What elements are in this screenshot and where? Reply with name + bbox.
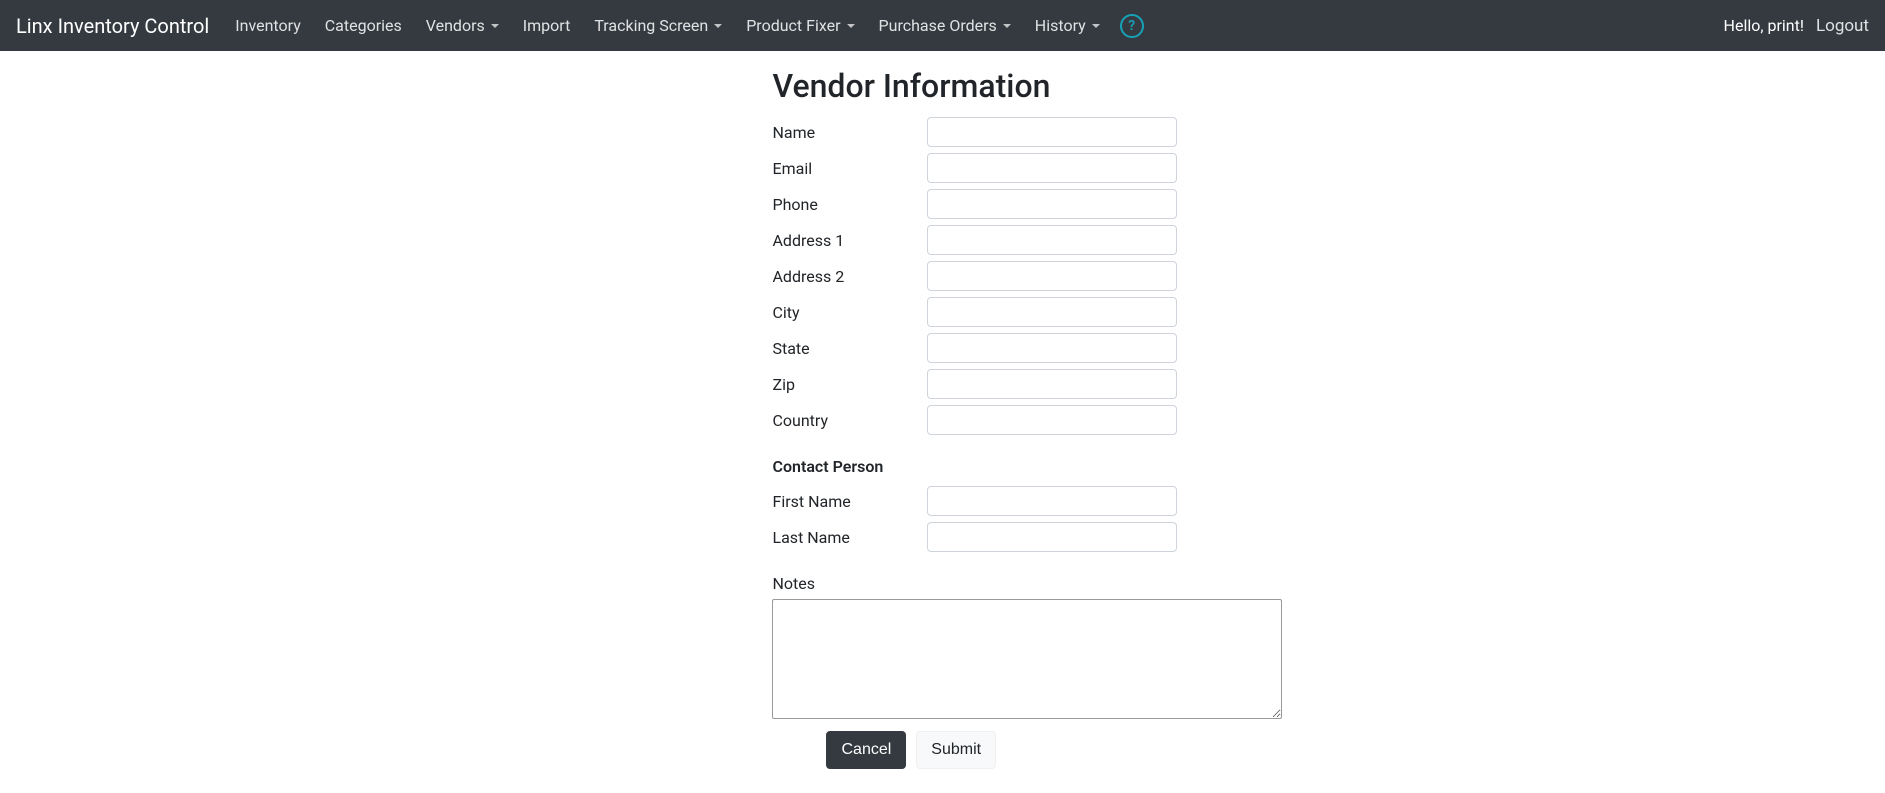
input-email[interactable] <box>927 153 1177 183</box>
textarea-notes[interactable] <box>772 599 1282 719</box>
content-column: Vendor Information Name Email Phone Addr… <box>757 67 1497 769</box>
input-country[interactable] <box>927 405 1177 435</box>
navbar-right: Hello, print! Logout <box>1724 16 1869 36</box>
row-zip: Zip <box>772 369 1482 399</box>
nav-categories[interactable]: Categories <box>315 8 412 43</box>
nav-history-label: History <box>1035 16 1086 35</box>
chevron-down-icon <box>1092 24 1100 28</box>
nav-categories-label: Categories <box>325 16 402 35</box>
nav-inventory[interactable]: Inventory <box>225 8 311 43</box>
navbar-brand[interactable]: Linx Inventory Control <box>16 14 209 38</box>
row-phone: Phone <box>772 189 1482 219</box>
row-country: Country <box>772 405 1482 435</box>
cancel-button[interactable]: Cancel <box>826 731 906 769</box>
row-city: City <box>772 297 1482 327</box>
nav-tracking-screen[interactable]: Tracking Screen <box>584 8 732 43</box>
label-country: Country <box>772 411 927 430</box>
row-email: Email <box>772 153 1482 183</box>
chevron-down-icon <box>1003 24 1011 28</box>
chevron-down-icon <box>714 24 722 28</box>
nav-product-fixer-label: Product Fixer <box>746 16 840 35</box>
page-title: Vendor Information <box>772 67 1482 105</box>
submit-button[interactable]: Submit <box>916 731 996 769</box>
input-zip[interactable] <box>927 369 1177 399</box>
chevron-down-icon <box>847 24 855 28</box>
row-address2: Address 2 <box>772 261 1482 291</box>
nav-history[interactable]: History <box>1025 8 1110 43</box>
label-email: Email <box>772 159 927 178</box>
row-last-name: Last Name <box>772 522 1482 552</box>
input-last-name[interactable] <box>927 522 1177 552</box>
greeting-text: Hello, print! <box>1724 16 1804 35</box>
label-city: City <box>772 303 927 322</box>
label-address1: Address 1 <box>772 231 927 250</box>
nav-import-label: Import <box>523 16 571 35</box>
nav-purchase-orders-label: Purchase Orders <box>879 16 997 35</box>
contact-heading: Contact Person <box>772 457 1482 476</box>
main-container: Vendor Information Name Email Phone Addr… <box>373 51 1513 793</box>
navbar-nav: Inventory Categories Vendors Import Trac… <box>225 8 1723 43</box>
nav-purchase-orders[interactable]: Purchase Orders <box>869 8 1021 43</box>
input-address2[interactable] <box>927 261 1177 291</box>
logout-link[interactable]: Logout <box>1816 16 1869 36</box>
nav-import[interactable]: Import <box>513 8 581 43</box>
button-row: Cancel Submit <box>772 731 1482 769</box>
input-first-name[interactable] <box>927 486 1177 516</box>
input-state[interactable] <box>927 333 1177 363</box>
label-state: State <box>772 339 927 358</box>
help-icon[interactable]: ? <box>1120 14 1144 38</box>
nav-vendors-label: Vendors <box>426 16 485 35</box>
input-city[interactable] <box>927 297 1177 327</box>
label-first-name: First Name <box>772 492 927 511</box>
navbar: Linx Inventory Control Inventory Categor… <box>0 0 1885 51</box>
input-name[interactable] <box>927 117 1177 147</box>
label-name: Name <box>772 123 927 142</box>
row-first-name: First Name <box>772 486 1482 516</box>
row-address1: Address 1 <box>772 225 1482 255</box>
row-name: Name <box>772 117 1482 147</box>
label-phone: Phone <box>772 195 927 214</box>
chevron-down-icon <box>491 24 499 28</box>
label-zip: Zip <box>772 375 927 394</box>
row-state: State <box>772 333 1482 363</box>
label-address2: Address 2 <box>772 267 927 286</box>
nav-vendors[interactable]: Vendors <box>416 8 509 43</box>
label-last-name: Last Name <box>772 528 927 547</box>
label-notes: Notes <box>772 574 1482 593</box>
nav-inventory-label: Inventory <box>235 16 301 35</box>
nav-product-fixer[interactable]: Product Fixer <box>736 8 864 43</box>
input-address1[interactable] <box>927 225 1177 255</box>
input-phone[interactable] <box>927 189 1177 219</box>
nav-tracking-label: Tracking Screen <box>594 16 708 35</box>
